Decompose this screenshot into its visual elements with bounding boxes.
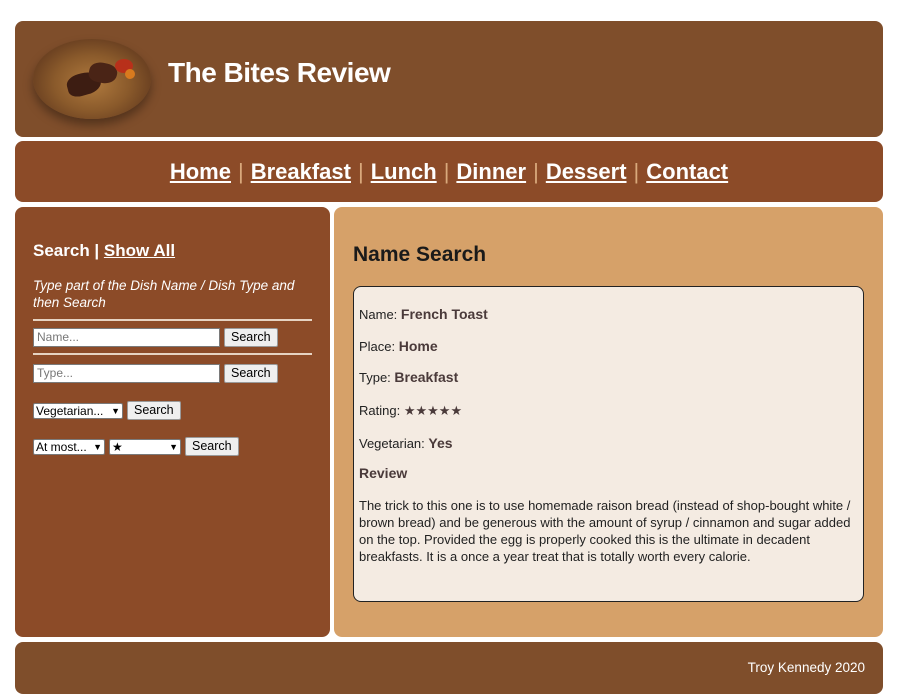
review-card: Name: French Toast Place: Home Type: Bre… (353, 286, 864, 602)
rating-select-value: ★ (112, 439, 123, 454)
type-value: Breakfast (394, 369, 459, 385)
nav-separator: | (237, 158, 244, 184)
type-label: Type: (359, 370, 391, 385)
place-field: Place: Home (359, 338, 438, 354)
nav-lunch-link[interactable]: Lunch (371, 159, 437, 185)
review-text: The trick to this one is to use homemade… (359, 498, 851, 564)
site-header: The Bites Review (15, 21, 883, 137)
search-hint: Type part of the Dish Name / Dish Type a… (33, 278, 295, 310)
nav-home-link[interactable]: Home (170, 159, 231, 185)
place-label: Place: (359, 339, 396, 354)
place-value: Home (398, 338, 438, 354)
nav-breakfast-link[interactable]: Breakfast (251, 159, 351, 185)
name-search-row: Name... Search (33, 328, 278, 347)
show-all-link[interactable]: Show All (104, 241, 175, 260)
review-heading: Review (359, 465, 408, 481)
divider (33, 353, 312, 355)
nav-separator: | (443, 158, 450, 184)
chevron-down-icon: ▼ (111, 405, 120, 416)
rating-field: Rating: ★★★★★ (359, 403, 462, 419)
name-field: Name: French Toast (359, 306, 488, 322)
name-search-button[interactable]: Search (224, 328, 278, 347)
nav-separator: | (357, 158, 364, 184)
steak-plate-icon (33, 39, 151, 119)
name-label: Name: (359, 307, 398, 322)
vegetarian-field: Vegetarian: Yes (359, 435, 453, 451)
name-value: French Toast (400, 306, 488, 322)
rating-compare-select[interactable]: At most... ▼ (33, 438, 105, 455)
nav-contact-link[interactable]: Contact (646, 159, 728, 185)
type-search-row: Type... Search (33, 364, 278, 383)
vegetarian-search-button[interactable]: Search (127, 401, 181, 420)
vegetarian-select-value: Vegetarian... (36, 403, 104, 418)
vegetarian-label: Vegetarian: (359, 436, 425, 451)
nav-separator: | (533, 158, 539, 184)
chevron-down-icon: ▼ (93, 441, 102, 452)
vegetarian-select[interactable]: Vegetarian... ▼ (33, 402, 123, 419)
nav-dinner-link[interactable]: Dinner (456, 159, 526, 185)
heading-separator: | (89, 241, 104, 260)
nav-dessert-link[interactable]: Dessert (546, 159, 627, 185)
search-sidebar: Search | Show All Type part of the Dish … (15, 207, 330, 637)
rating-search-row: At most... ▼ ★ ▼ Search (33, 437, 239, 456)
chevron-down-icon: ▼ (169, 441, 178, 452)
page-title: Name Search (353, 243, 487, 266)
sidebar-heading: Search | Show All (33, 241, 175, 261)
vegetarian-value: Yes (428, 435, 453, 451)
type-search-input[interactable]: Type... (33, 364, 220, 383)
name-search-input[interactable]: Name... (33, 328, 220, 347)
type-search-button[interactable]: Search (224, 364, 278, 383)
site-footer: Troy Kennedy 2020 (15, 642, 883, 694)
rating-label: Rating: (359, 403, 401, 418)
vegetarian-search-row: Vegetarian... ▼ Search (33, 401, 181, 420)
type-field: Type: Breakfast (359, 369, 458, 385)
rating-compare-value: At most... (36, 439, 87, 454)
star-rating-icon: ★★★★★ (403, 403, 463, 418)
divider (33, 319, 312, 321)
rating-value-select[interactable]: ★ ▼ (109, 438, 181, 455)
main-nav: Home | Breakfast | Lunch | Dinner | Dess… (15, 141, 883, 202)
rating-search-button[interactable]: Search (185, 437, 239, 456)
footer-credit: Troy Kennedy 2020 (747, 660, 865, 675)
main-content: Name Search Name: French Toast Place: Ho… (334, 207, 883, 637)
nav-separator: | (633, 158, 640, 184)
site-title: The Bites Review (168, 57, 391, 88)
search-label: Search (33, 241, 90, 260)
